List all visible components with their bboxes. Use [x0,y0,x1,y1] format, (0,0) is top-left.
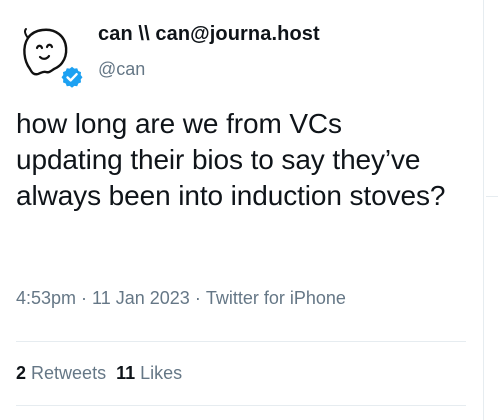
avatar[interactable] [16,21,84,89]
likes-count: 11 [116,363,136,383]
tweet-text: how long are we from VCs updating their … [16,108,446,211]
divider [16,405,466,406]
page-edge-line [486,196,498,197]
retweets-label: Retweets [31,363,107,383]
retweets-count: 2 [16,363,27,383]
tweet-card: can \\ can@journa.host @can how long are… [0,0,484,420]
card-border [483,0,484,420]
tweet-date[interactable]: 11 Jan 2023 [92,288,190,308]
meta-separator: · [194,288,201,308]
tweet-source[interactable]: Twitter for iPhone [206,288,346,308]
tweet-time[interactable]: 4:53pm [16,288,76,308]
retweets-stat[interactable]: 2 Retweets [16,363,106,383]
likes-stat[interactable]: 11 Likes [116,363,182,383]
author-handle[interactable]: @can [98,59,145,80]
divider [16,341,466,342]
likes-label: Likes [140,363,183,383]
tweet-stats: 2 Retweets 11 Likes [16,363,192,384]
tweet-meta: 4:53pm · 11 Jan 2023 · Twitter for iPhone [16,288,346,309]
verified-check-icon [60,65,84,89]
author-display-name[interactable]: can \\ can@journa.host [98,23,320,46]
meta-separator: · [81,288,88,308]
